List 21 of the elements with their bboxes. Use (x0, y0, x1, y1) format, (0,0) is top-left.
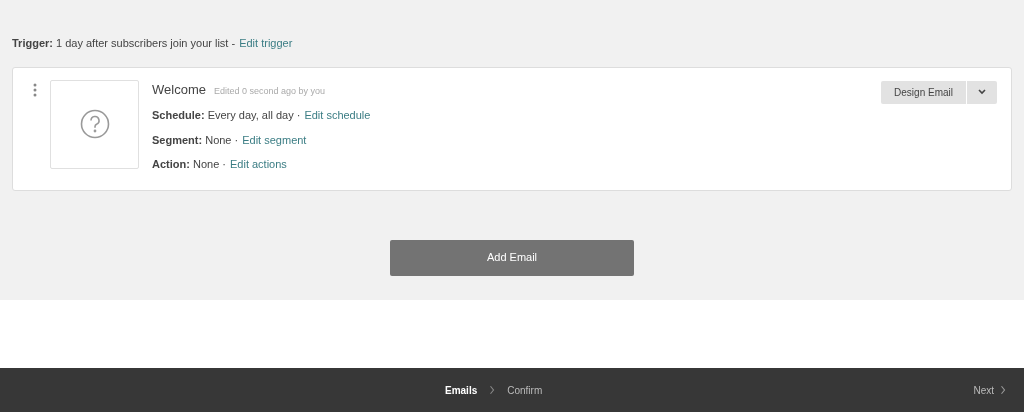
edit-trigger-link[interactable]: Edit trigger (239, 35, 293, 52)
edit-link[interactable]: Edit segment (242, 131, 307, 148)
edit-link[interactable]: Edit schedule (304, 107, 371, 124)
next-button[interactable]: Next (973, 382, 1006, 398)
add-email-button[interactable]: Add Email (390, 239, 634, 276)
detail-text: Schedule: Every day, all day · (152, 108, 301, 123)
email-title: Welcome (152, 80, 206, 99)
detail-text: Action: None · (152, 157, 226, 172)
edit-link[interactable]: Edit actions (230, 156, 287, 173)
question-icon (79, 109, 110, 139)
chevron-right-icon (1000, 385, 1006, 395)
chevron-right-icon (489, 385, 496, 395)
dropdown-button[interactable] (967, 80, 997, 104)
caret-icon (978, 89, 986, 95)
detail-text: Segment: None · (152, 132, 239, 148)
more-icon[interactable] (33, 82, 37, 97)
step-tab[interactable]: Confirm (507, 382, 543, 398)
design-email-button[interactable]: Design Email (881, 80, 966, 104)
trigger-text: Trigger: 1 day after subscribers join your list - (12, 36, 236, 51)
step-tab[interactable]: Emails (445, 382, 478, 398)
edited-text: Edited 0 second ago by you (213, 84, 326, 98)
